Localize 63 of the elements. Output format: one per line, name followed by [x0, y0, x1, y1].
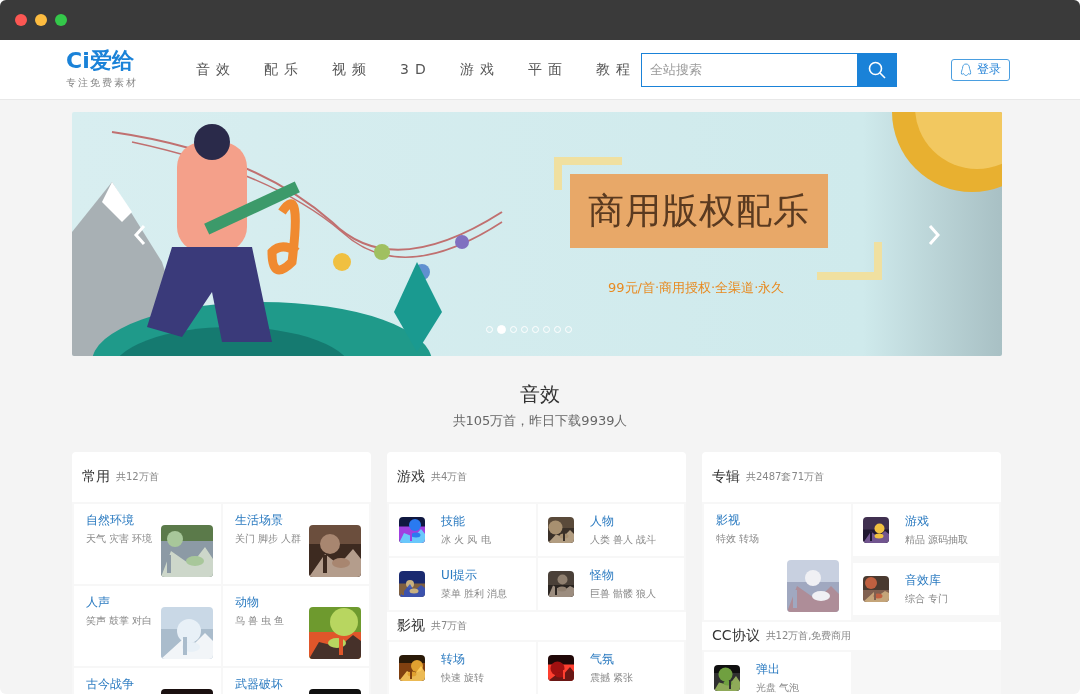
group-count: 共12万首 — [116, 470, 159, 484]
search-button[interactable] — [857, 52, 897, 87]
category-tags: 巨兽 骷髅 狼人 — [589, 587, 656, 601]
group-count: 共12万首,免费商用 — [765, 629, 852, 643]
category-link[interactable]: 生活场景 — [234, 512, 301, 529]
search-icon — [868, 60, 886, 79]
category-tags: 震撼 紧张 — [589, 671, 633, 685]
section-subtitle: 共105万首，昨日下载9939人 — [452, 411, 628, 430]
category-tags: 冰 火 风 电 — [441, 533, 491, 547]
category-tags: 特效 转场 — [716, 532, 839, 546]
group-title: 游戏 — [397, 468, 425, 486]
category-link[interactable]: 怪物 — [589, 567, 656, 584]
nav-link[interactable]: 音效 — [196, 60, 236, 79]
search-field[interactable]: 全站搜索 — [641, 52, 857, 87]
category-link[interactable]: 自然环境 — [86, 512, 153, 529]
category-link[interactable]: 人物 — [589, 513, 656, 530]
zoom-button[interactable] — [55, 14, 67, 26]
banner-subtitle: 99元/首·商用授权·全渠道·永久 — [608, 279, 785, 297]
group-count: 共7万首 — [431, 619, 468, 633]
banner-title: 商用版权配乐 — [588, 188, 810, 233]
nav-link[interactable]: 3D — [400, 60, 432, 79]
nav-link[interactable]: 游戏 — [459, 60, 500, 79]
category-link[interactable]: 动物 — [234, 594, 285, 611]
category-tags: 天气 灾害 环境 — [86, 532, 153, 546]
group-title: 专辑 — [712, 468, 740, 486]
category-tags: 人类 兽人 战斗 — [589, 533, 656, 547]
category-link[interactable]: 影视 — [716, 512, 839, 529]
carousel-dot[interactable] — [497, 325, 506, 334]
category-tags: 综合 专门 — [904, 592, 948, 606]
category-link[interactable]: 游戏 — [904, 513, 968, 530]
category-tags: 笑声 鼓掌 对白 — [86, 614, 153, 628]
close-button[interactable] — [15, 14, 27, 26]
group-title: CC协议 — [712, 627, 760, 645]
nav-link[interactable]: 配乐 — [264, 60, 304, 79]
group-title: 影视 — [397, 617, 425, 635]
logo[interactable]: Ci爱给 — [66, 49, 196, 73]
group-title: 常用 — [82, 468, 110, 486]
category-link[interactable]: 弹出 — [756, 661, 800, 678]
logo-tagline: 专注免费素材 — [66, 76, 139, 90]
category-tags: 快速 旋转 — [441, 671, 485, 685]
category-link[interactable]: 人声 — [86, 594, 153, 611]
group-count: 共2487套71万首 — [746, 470, 825, 484]
category-link[interactable]: 气氛 — [589, 651, 633, 668]
chevron-right-icon[interactable] — [927, 224, 941, 246]
group-count: 共4万首 — [431, 470, 468, 484]
section-title: 音效 — [520, 380, 560, 408]
login-button[interactable]: 登录 — [951, 58, 1010, 81]
category-link[interactable]: 技能 — [441, 513, 491, 530]
category-tags: 关门 脚步 人群 — [234, 532, 301, 546]
banner[interactable]: 商用版权配乐 99元/首·商用授权·全渠道·永久 — [72, 112, 1002, 356]
nav-link[interactable]: 平面 — [527, 60, 568, 79]
category-link[interactable]: 音效库 — [904, 572, 948, 589]
nav-link[interactable]: 教程 — [595, 60, 636, 79]
category-tags: 光盘 气泡 — [756, 681, 800, 694]
nav-link[interactable]: 视频 — [332, 60, 372, 79]
chevron-left-icon[interactable] — [133, 224, 147, 246]
category-tags: 菜单 胜利 消息 — [441, 587, 508, 601]
minimize-button[interactable] — [35, 14, 47, 26]
category-tags: 精品 源码抽取 — [904, 533, 968, 547]
category-link[interactable]: UI提示 — [441, 567, 508, 584]
category-tags: 鸟 兽 虫 鱼 — [234, 614, 285, 628]
category-link[interactable]: 转场 — [441, 651, 485, 668]
penguin-icon — [960, 62, 972, 77]
